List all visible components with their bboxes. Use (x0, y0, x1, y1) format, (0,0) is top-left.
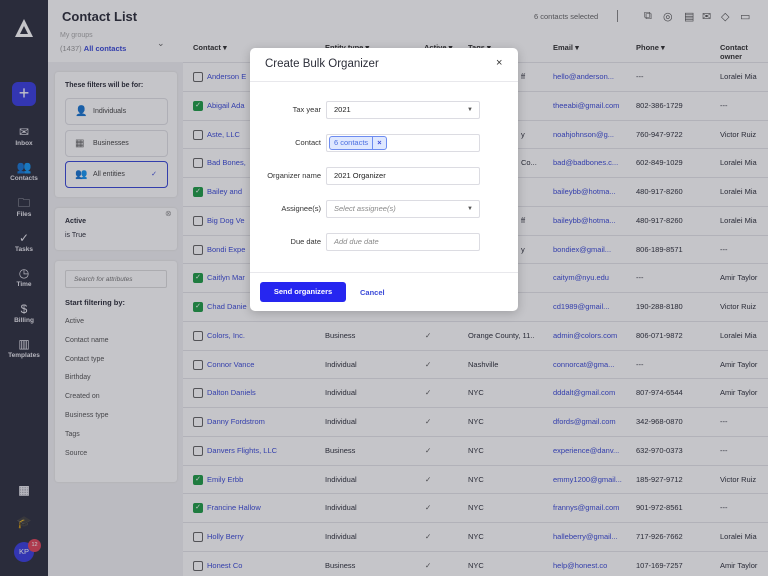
modal-title: Create Bulk Organizer (265, 58, 379, 70)
chip-remove-icon[interactable]: × (372, 137, 385, 149)
organizer-name-label: Organizer name (250, 171, 321, 180)
assignee-placeholder: Select assignee(s) (334, 204, 396, 213)
tax-year-value: 2021 (334, 105, 351, 114)
assignee-select[interactable]: Select assignee(s) ▼ (326, 200, 480, 218)
due-date-label: Due date (250, 237, 321, 246)
due-date-input[interactable]: Add due date (326, 233, 480, 251)
create-bulk-organizer-modal: Create Bulk Organizer × Tax year 2021 ▼ C… (250, 48, 518, 311)
chip-label: 6 contacts (330, 137, 372, 149)
organizer-name-input[interactable]: 2021 Organizer (326, 167, 480, 185)
contact-field[interactable]: 6 contacts× (326, 134, 480, 152)
contact-chip: 6 contacts× (329, 136, 387, 150)
assignee-label: Assignee(s) (250, 204, 321, 213)
contact-label: Contact (250, 138, 321, 147)
close-icon[interactable]: × (496, 57, 502, 69)
tax-year-select[interactable]: 2021 ▼ (326, 101, 480, 119)
caret-down-icon: ▼ (467, 201, 473, 217)
tax-year-label: Tax year (250, 105, 321, 114)
send-organizers-button[interactable]: Send organizers (260, 282, 346, 302)
caret-down-icon: ▼ (467, 102, 473, 118)
cancel-button[interactable]: Cancel (360, 288, 385, 297)
divider (250, 81, 518, 82)
divider (250, 272, 518, 273)
